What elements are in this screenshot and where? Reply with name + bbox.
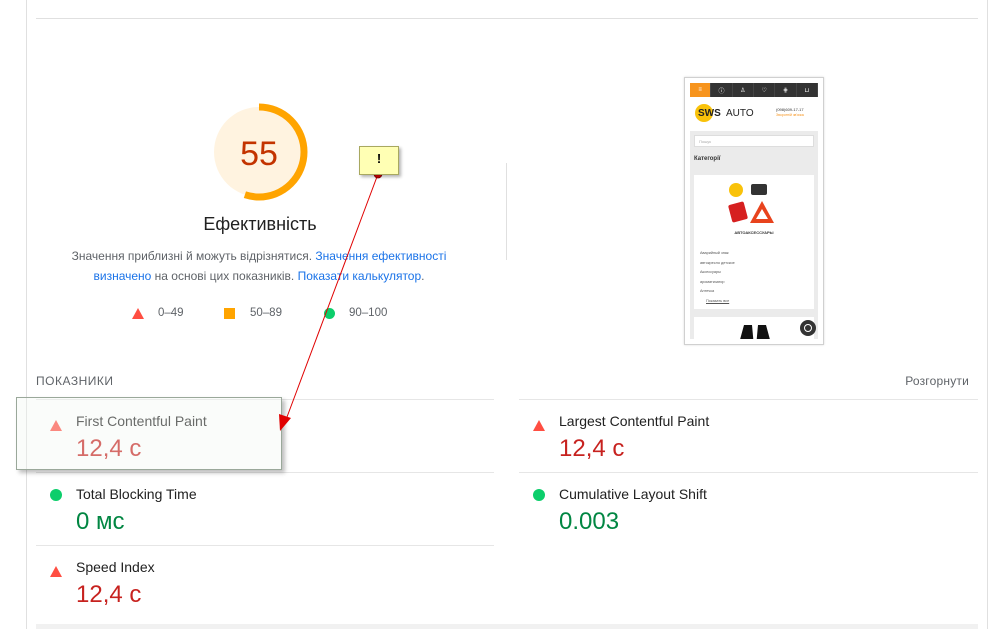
annotation-note[interactable]: ! [359, 146, 399, 175]
annotation-arrow [279, 169, 383, 431]
